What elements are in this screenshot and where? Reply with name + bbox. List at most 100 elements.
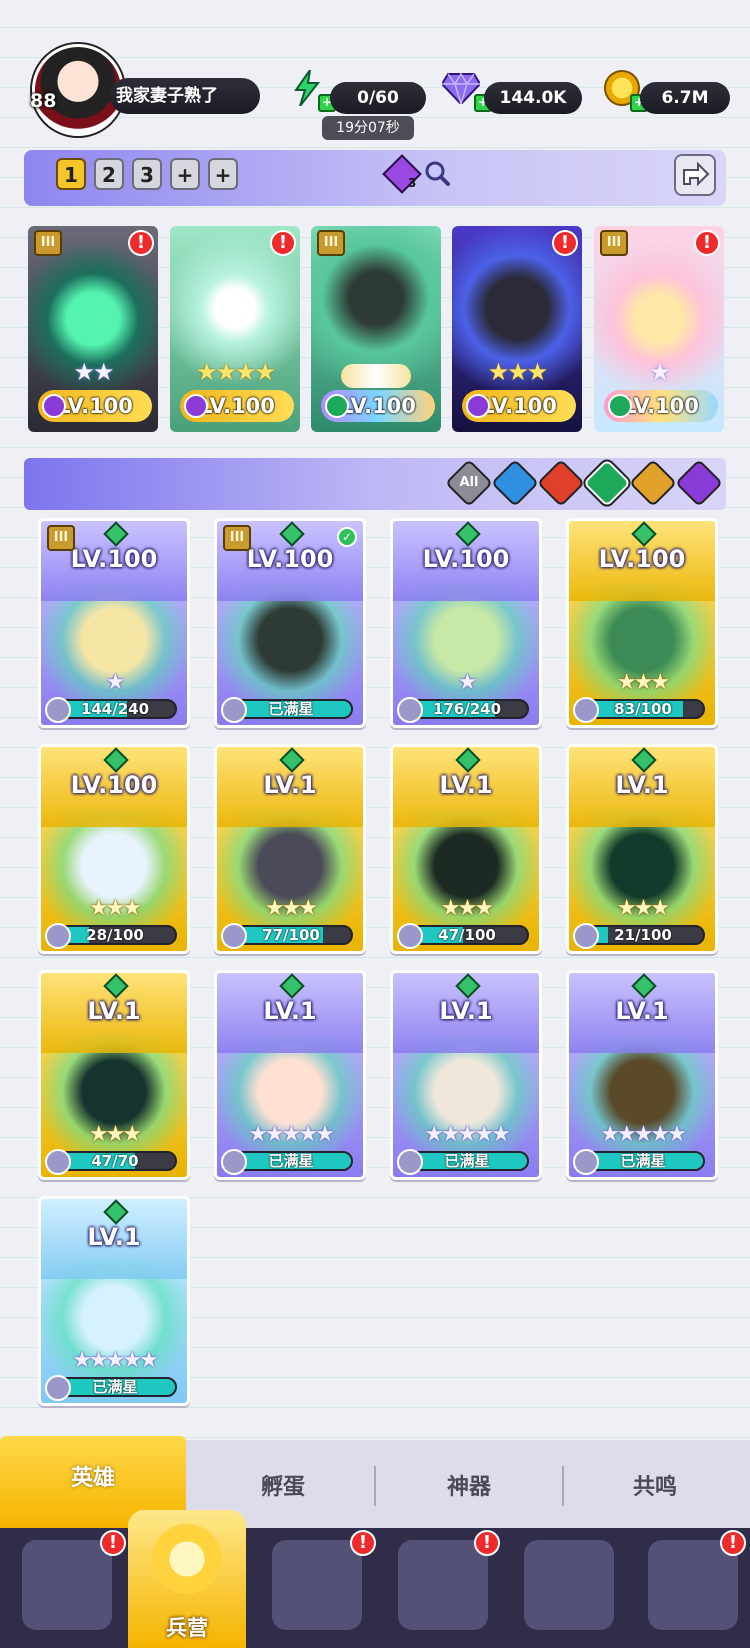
star-rating: ★★★ (616, 896, 670, 921)
progress-text: 83/100 (614, 700, 672, 718)
level-label: LV.100 (598, 545, 686, 573)
progress-text: 已满星 (268, 700, 314, 718)
team-tab-1[interactable]: 1 (56, 158, 86, 190)
level-label: LV.1 (615, 771, 669, 799)
progress-text: 77/100 (262, 926, 320, 944)
player-name: 我家妻子熟了 (110, 78, 260, 114)
progress-text: 已满星 (268, 1152, 314, 1170)
shard-icon (397, 1149, 423, 1175)
lineup-card-1[interactable]: III ! ★★ LV.100 (28, 226, 158, 432)
star-rating: ★★ (73, 358, 114, 386)
team-selector-bar: 1 2 3 + + 3 (24, 150, 726, 206)
element-filter-bar: All (24, 458, 726, 510)
shard-progress-bar: 47/70 (53, 1151, 177, 1171)
progress-text: 已满星 (92, 1378, 138, 1396)
energy-value: 0/60 (330, 82, 426, 114)
level-label: LV.1 (439, 997, 493, 1025)
nav-barracks-label: 兵营 (166, 1616, 208, 1640)
filter-dark-icon[interactable] (674, 458, 724, 508)
lineup-card-4[interactable]: ! ★★★ LV.100 (452, 226, 582, 432)
progress-text: 47/100 (438, 926, 496, 944)
star-rating: ★ (649, 358, 671, 386)
filter-all-button[interactable]: All (444, 458, 494, 508)
team-tab-2[interactable]: 2 (94, 158, 124, 190)
team-count: 3 (408, 176, 417, 190)
alert-icon: ! (350, 1530, 376, 1556)
alert-icon: ! (552, 230, 578, 256)
shard-progress-bar: 已满星 (405, 1151, 529, 1171)
shard-icon (221, 1149, 247, 1175)
hero-card[interactable]: LV.100 III ✓ 已满星 (214, 518, 366, 728)
hero-card[interactable]: LV.100 ★ 176/240 (390, 518, 542, 728)
nav-cards-icon[interactable] (22, 1540, 112, 1630)
level-label: LV.1 (87, 997, 141, 1025)
level-label: LV.100 (422, 545, 510, 573)
player-level: 88 (30, 90, 57, 112)
lineup-card-3[interactable]: III LV.100 (311, 226, 441, 432)
hero-card[interactable]: LV.1 ★★★★★ 已满星 (38, 1196, 190, 1406)
rank-badge: III (600, 230, 628, 256)
nav-castle-icon[interactable] (398, 1540, 488, 1630)
star-rating: ★★★★★ (72, 1348, 159, 1373)
level-label: LV.1 (263, 997, 317, 1025)
star-rating: ★★★ (487, 358, 549, 386)
hero-card[interactable]: LV.1 ★★★★★ 已满星 (566, 970, 718, 1180)
star-rating: ★★★ (88, 896, 142, 921)
shard-icon (45, 1375, 71, 1401)
nav-barracks[interactable]: 兵营 (128, 1510, 246, 1648)
star-rating: ★★★★★ (424, 1122, 511, 1147)
hero-card[interactable]: LV.1 ★★★ 47/100 (390, 744, 542, 954)
team-tab-add-1[interactable]: + (170, 158, 200, 190)
hero-card[interactable]: LV.1 ★★★★★ 已满星 (214, 970, 366, 1180)
shard-progress-bar: 83/100 (581, 699, 705, 719)
filter-water-icon[interactable] (490, 458, 540, 508)
hero-card[interactable]: LV.100 ★★★ 83/100 (566, 518, 718, 728)
filter-all-label: All (459, 475, 479, 490)
search-icon[interactable] (424, 160, 450, 186)
star-rating: ★ (457, 670, 478, 695)
team-tab-3[interactable]: 3 (132, 158, 162, 190)
progress-text: 28/100 (86, 926, 144, 944)
shard-progress-bar: 77/100 (229, 925, 353, 945)
gems-value: 144.0K (484, 82, 582, 114)
star-rating: ★★★ (264, 896, 318, 921)
hero-card[interactable]: LV.1 ★★★ 21/100 (566, 744, 718, 954)
alert-icon: ! (100, 1530, 126, 1556)
nature-element-icon (325, 394, 349, 418)
shard-icon (45, 697, 71, 723)
tab-artifacts[interactable]: 神器 (376, 1440, 562, 1528)
lineup-card-5[interactable]: III ! ★ LV.100 (594, 226, 724, 432)
rank-badge: III (34, 230, 62, 256)
shard-icon (221, 923, 247, 949)
hero-card[interactable]: LV.1 ★★★ 77/100 (214, 744, 366, 954)
shard-progress-bar: 已满星 (229, 699, 353, 719)
nav-guild-icon[interactable] (524, 1540, 614, 1630)
hero-card[interactable]: LV.100 ★★★ 28/100 (38, 744, 190, 954)
hero-card[interactable]: LV.1 ★★★ 47/70 (38, 970, 190, 1180)
hero-card[interactable]: LV.100 III ★ 144/240 (38, 518, 190, 728)
team-tab-add-2[interactable]: + (208, 158, 238, 190)
star-rating: ★★★ (616, 670, 670, 695)
lineup-card-2[interactable]: ! ★★★★ LV.100 (170, 226, 300, 432)
progress-text: 21/100 (614, 926, 672, 944)
share-icon[interactable] (674, 154, 716, 196)
star-rating: ★★★ (88, 1122, 142, 1147)
progress-text: 144/240 (80, 700, 150, 718)
rank-badge: III (47, 525, 75, 551)
energy-timer: 19分07秒 (322, 116, 414, 140)
shard-progress-bar: 47/100 (405, 925, 529, 945)
progress-text: 已满星 (444, 1152, 490, 1170)
shard-progress-bar: 已满星 (581, 1151, 705, 1171)
tab-resonance[interactable]: 共鸣 (562, 1440, 748, 1528)
shard-progress-bar: 28/100 (53, 925, 177, 945)
filter-fire-icon[interactable] (536, 458, 586, 508)
shard-progress-bar: 176/240 (405, 699, 529, 719)
hero-card[interactable]: LV.1 ★★★★★ 已满星 (390, 970, 542, 1180)
shard-progress-bar: 21/100 (581, 925, 705, 945)
filter-light-icon[interactable] (628, 458, 678, 508)
level-label: LV.1 (87, 1223, 141, 1251)
filter-nature-icon[interactable] (582, 458, 632, 508)
star-rating: ★★★★ (195, 358, 276, 386)
nav-book-icon[interactable] (272, 1540, 362, 1630)
shard-icon (397, 923, 423, 949)
